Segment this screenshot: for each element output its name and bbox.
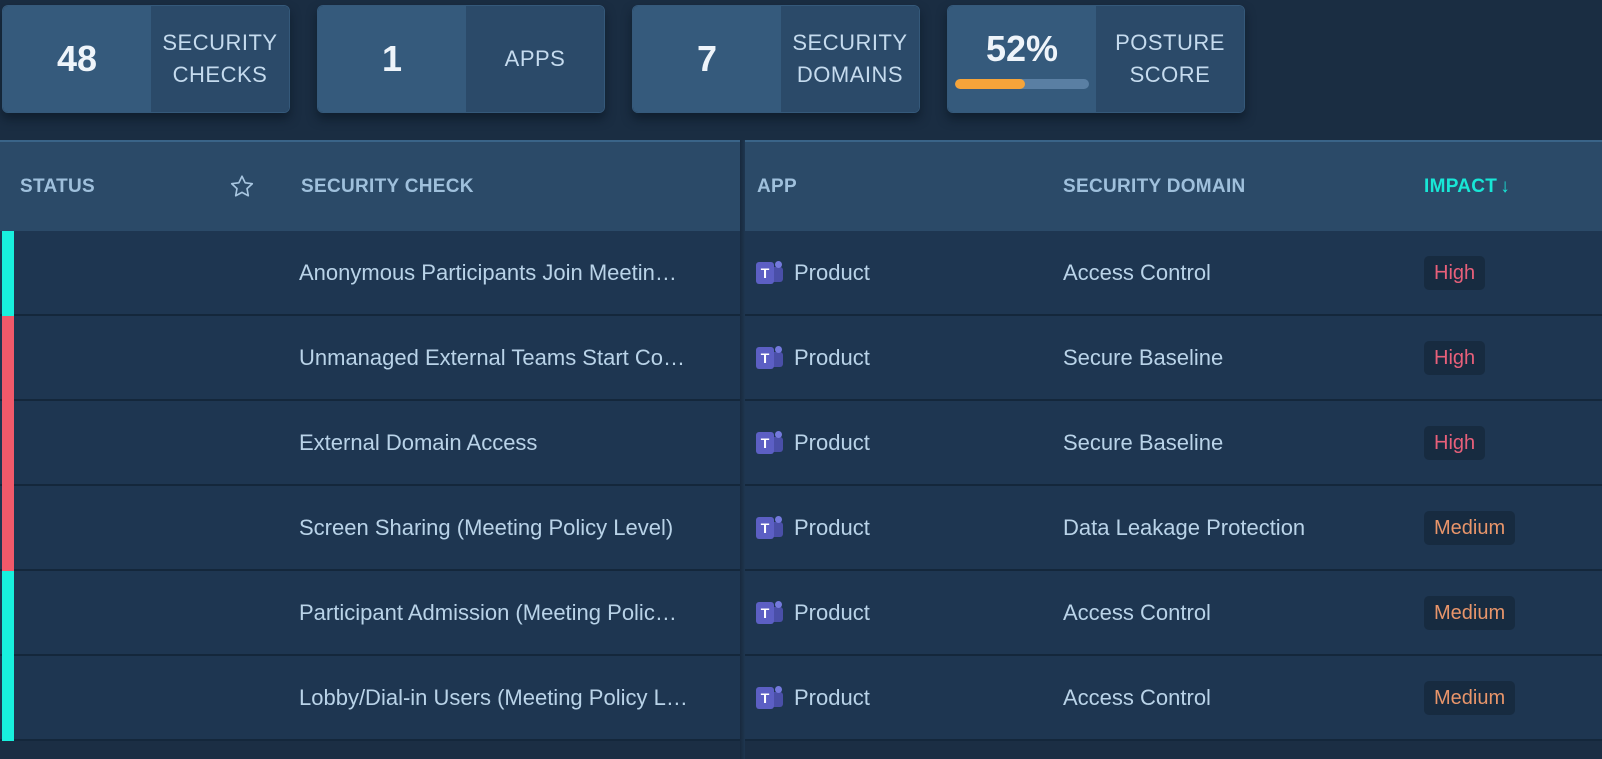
- impact-badge: Medium: [1424, 595, 1516, 630]
- teams-icon: T: [756, 345, 786, 371]
- stat-label-line2: SCORE: [1129, 62, 1211, 87]
- impact-badge: Medium: [1424, 680, 1516, 715]
- table-row[interactable]: Screen Sharing (Meeting Policy Level) T …: [0, 486, 1602, 571]
- impact-badge: High: [1424, 340, 1486, 375]
- table-row[interactable]: Lobby/Dial-in Users (Meeting Policy L… T…: [0, 656, 1602, 741]
- security-check-name: External Domain Access: [299, 429, 538, 455]
- stat-label: POSTURE SCORE: [1096, 6, 1244, 112]
- status-indicator-fail: [2, 401, 14, 486]
- impact-cell: Medium: [1424, 656, 1516, 739]
- stat-card-security-domains[interactable]: 7 SECURITY DOMAINS: [632, 5, 920, 113]
- app-cell: T Product: [756, 571, 870, 654]
- stat-value: 1: [318, 6, 466, 112]
- impact-badge: Medium: [1424, 510, 1516, 545]
- app-cell: T Product: [756, 486, 870, 569]
- impact-cell: High: [1424, 401, 1486, 484]
- posture-score-block: 52%: [948, 6, 1096, 112]
- security-check-name: Screen Sharing (Meeting Policy Level): [299, 514, 674, 540]
- column-header-impact-label: IMPACT: [1424, 175, 1498, 197]
- impact-cell: High: [1424, 316, 1486, 399]
- table-row[interactable]: Participant Admission (Meeting Polic… T …: [0, 571, 1602, 656]
- stat-label: SECURITY DOMAINS: [781, 6, 919, 112]
- posture-score-value: 52%: [985, 28, 1059, 69]
- security-domain: Access Control: [1063, 684, 1211, 710]
- posture-score-progress: [955, 79, 1089, 89]
- column-header-security-domain[interactable]: SECURITY DOMAIN: [1063, 142, 1246, 231]
- app-cell: T Product: [756, 401, 870, 484]
- app-name: Product: [794, 429, 870, 455]
- column-header-app[interactable]: APP: [757, 142, 797, 231]
- table-row[interactable]: Anonymous Participants Join Meetin… T Pr…: [0, 231, 1602, 316]
- security-checks-table: STATUS SECURITY CHECK APP SECURITY DOMAI…: [0, 140, 1602, 759]
- column-header-security-check[interactable]: SECURITY CHECK: [301, 142, 474, 231]
- column-header-impact[interactable]: IMPACT ↓: [1424, 142, 1510, 231]
- status-indicator-fail: [2, 486, 14, 571]
- app-cell: T Product: [756, 316, 870, 399]
- stat-label-line2: CHECKS: [172, 62, 268, 87]
- app-name: Product: [794, 259, 870, 285]
- impact-cell: High: [1424, 231, 1486, 314]
- table-header: STATUS SECURITY CHECK APP SECURITY DOMAI…: [0, 140, 1602, 233]
- table-row[interactable]: External Domain Access T Product Secure …: [0, 401, 1602, 486]
- security-domain: Secure Baseline: [1063, 344, 1224, 370]
- app-name: Product: [794, 514, 870, 540]
- stats-bar: 48 SECURITY CHECKS 1 APPS 7 SECURITY DOMAI…: [0, 0, 1602, 142]
- stat-card-apps[interactable]: 1 APPS: [317, 5, 605, 113]
- teams-icon: T: [756, 685, 786, 711]
- app-name: Product: [794, 684, 870, 710]
- security-domain: Secure Baseline: [1063, 429, 1224, 455]
- star-outline-icon: [230, 174, 254, 197]
- stat-card-security-checks[interactable]: 48 SECURITY CHECKS: [2, 5, 290, 113]
- stat-label-line2: DOMAINS: [796, 62, 904, 87]
- impact-cell: Medium: [1424, 486, 1516, 569]
- app-name: Product: [794, 599, 870, 625]
- impact-badge: High: [1424, 425, 1486, 460]
- stat-label: APPS: [466, 6, 604, 112]
- teams-icon: T: [756, 600, 786, 626]
- column-header-favorite[interactable]: [228, 142, 256, 231]
- status-indicator-pass: [2, 571, 14, 656]
- teams-icon: T: [756, 430, 786, 456]
- status-indicator-pass: [2, 656, 14, 741]
- stat-value: 7: [633, 6, 781, 112]
- stat-label-line1: POSTURE: [1115, 30, 1225, 55]
- column-header-status[interactable]: STATUS: [20, 142, 95, 231]
- teams-icon: T: [756, 260, 786, 286]
- posture-score-progress-fill: [955, 79, 1025, 89]
- security-check-name: Lobby/Dial-in Users (Meeting Policy L…: [299, 684, 688, 710]
- security-domain: Access Control: [1063, 599, 1211, 625]
- stat-card-posture-score[interactable]: 52% POSTURE SCORE: [947, 5, 1245, 113]
- impact-cell: Medium: [1424, 571, 1516, 654]
- security-domain: Access Control: [1063, 259, 1211, 285]
- security-domain: Data Leakage Protection: [1063, 514, 1306, 540]
- column-divider[interactable]: [740, 140, 745, 759]
- stat-value: 48: [3, 6, 151, 112]
- table-row[interactable]: Unmanaged External Teams Start Co… T Pro…: [0, 316, 1602, 401]
- security-check-name: Anonymous Participants Join Meetin…: [299, 259, 677, 285]
- teams-icon: T: [756, 515, 786, 541]
- impact-badge: High: [1424, 255, 1486, 290]
- security-check-name: Participant Admission (Meeting Polic…: [299, 599, 677, 625]
- app-name: Product: [794, 344, 870, 370]
- sort-descending-icon: ↓: [1500, 175, 1511, 197]
- stat-label-line1: SECURITY: [162, 30, 278, 55]
- security-check-name: Unmanaged External Teams Start Co…: [299, 344, 685, 370]
- stat-label: SECURITY CHECKS: [151, 6, 289, 112]
- status-indicator-fail: [2, 316, 14, 401]
- stat-label-line1: SECURITY: [792, 30, 908, 55]
- app-cell: T Product: [756, 231, 870, 314]
- status-indicator-pass: [2, 231, 14, 316]
- app-cell: T Product: [756, 656, 870, 739]
